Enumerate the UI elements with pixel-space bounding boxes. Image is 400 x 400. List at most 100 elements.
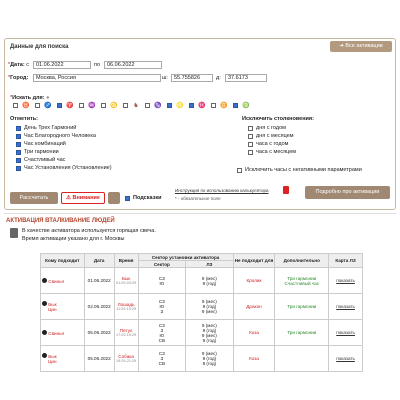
cell-date: 02.06.2022 — [83, 293, 115, 320]
warning-icon: ⚠ — [66, 195, 71, 201]
horse-icon[interactable]: ♞ — [132, 101, 140, 109]
cell-extra: Три гармонии Счастливый час — [274, 267, 330, 294]
cell-map[interactable]: показать — [328, 345, 363, 372]
pdf-icon[interactable] — [283, 186, 289, 194]
mark-item[interactable]: Счастливый час — [16, 156, 112, 164]
mark-item[interactable]: Час Установления (Установление) — [16, 164, 112, 172]
mark-list: День Трех Гармоний Час Благородного Чело… — [16, 124, 112, 172]
day-checkbox[interactable] — [11, 101, 19, 109]
hints-checkbox[interactable]: Подсказки — [125, 194, 161, 202]
cell-date: 05.06.2022 — [83, 319, 115, 346]
table-row: Свинья 01.06.2022 Бык 01:29-03:29 СЗ Ю 9 (мес)… — [40, 267, 363, 294]
mark-item[interactable]: День Трех Гармоний — [16, 124, 112, 132]
mark-item[interactable]: Час Благородного Человека — [16, 132, 112, 140]
exclude-item[interactable]: дня с месяцем — [248, 132, 296, 140]
mark-item[interactable]: Три гармонии — [16, 148, 112, 156]
results-note-2: Время активации указано для г. Москвы — [22, 236, 125, 242]
exclude-item[interactable]: дня с годом — [248, 124, 296, 132]
rooster-icon[interactable]: ♓ — [198, 101, 206, 109]
day-checkbox[interactable] — [33, 101, 41, 109]
day-checkbox[interactable] — [143, 101, 151, 109]
col-map: Карта ЛЗ — [328, 253, 363, 268]
cell-not-fit: Коза — [232, 345, 276, 372]
cell-not-fit: Кролик — [232, 267, 276, 294]
cell-not-fit: Дракон — [232, 293, 276, 320]
exclude-item[interactable]: часа с месяцем — [248, 148, 296, 156]
cell-extra — [274, 345, 330, 372]
cell-map[interactable]: показать — [328, 267, 363, 294]
lat-input[interactable]: 55.755826 — [171, 74, 213, 82]
day-checkbox[interactable] — [99, 101, 107, 109]
day-checkbox[interactable] — [77, 101, 85, 109]
cell-date: 05.06.2022 — [83, 345, 115, 372]
monkey-icon[interactable]: ♌ — [176, 101, 184, 109]
search-title: Данные для поиска — [10, 44, 69, 50]
date-label: *Дата: с — [8, 62, 29, 68]
cell-lz: 9 (мес) 9 (год) — [185, 267, 234, 294]
divider — [4, 213, 396, 214]
table-row: Бык Цин 02.06.2022 Лошадь 11:29-13:29 СЗ Ю З 9 (… — [40, 293, 363, 320]
snake-icon[interactable]: ♋ — [110, 101, 118, 109]
cell-who: Свинья — [40, 319, 85, 346]
results-note-1: В качестве активатора используется горящ… — [22, 228, 156, 234]
dragon-icon[interactable]: ♒ — [88, 101, 96, 109]
date-to-input[interactable]: 06.06.2022 — [104, 61, 162, 69]
table-row: Бык Цин 05.06.2022 Собака 19:29-21:29 СЗ З СВ 9 … — [40, 345, 363, 372]
table-row: Свинья 05.06.2022 Петух 17:29-19:29 СЗ З Ю СВ 9 … — [40, 319, 363, 346]
cell-map[interactable]: показать — [328, 293, 363, 320]
extra-button[interactable] — [108, 192, 120, 204]
city-label: *Город: — [8, 75, 29, 81]
all-activations-button[interactable]: ➜ Все активации — [330, 41, 392, 52]
pig-icon[interactable]: ♍ — [242, 101, 250, 109]
col-lz: ЛЗ — [185, 260, 234, 268]
cell-sector: СЗ З СВ — [137, 345, 187, 372]
cell-map[interactable]: показать — [328, 319, 363, 346]
cell-date: 01.06.2022 — [83, 267, 115, 294]
day-checkbox[interactable] — [209, 101, 217, 109]
details-button[interactable]: Подробно про активации — [305, 186, 390, 199]
results-title: АКТИВАЦИЯ ВТАЛКИВАНИЕ ЛЮДЕЙ — [6, 218, 115, 224]
calculate-button[interactable]: Рассчитать — [10, 192, 58, 204]
cell-lz: 9 (мес) 9 (год) 9 (мес) — [185, 293, 234, 320]
date-from-input[interactable]: 01.06.2022 — [33, 61, 91, 69]
warning-button[interactable]: ⚠ Внимание — [61, 192, 105, 204]
col-extra: Дополнительно — [274, 253, 330, 268]
cell-sector: СЗ З Ю СВ — [137, 319, 187, 346]
cell-lz: 9 (мес) 9 (год) 8 (год) — [185, 345, 234, 372]
col-time: Время — [113, 253, 139, 268]
day-checkbox[interactable] — [121, 101, 129, 109]
mark-item[interactable]: Час комбинаций — [16, 140, 112, 148]
exclude-negative-checkbox[interactable]: Исключить часы с негативными параметрами — [237, 166, 362, 174]
ox-icon[interactable]: ♉ — [22, 101, 30, 109]
day-checkbox[interactable] — [55, 101, 63, 109]
col-sector: Сектор — [137, 260, 187, 268]
day-checkbox[interactable] — [231, 101, 239, 109]
goat-icon[interactable]: ♑ — [154, 101, 162, 109]
col-sector-group: Сектор установки активатора — [137, 253, 234, 261]
cell-sector: СЗ Ю З — [137, 293, 187, 320]
lat-label: ш: — [162, 75, 168, 81]
cell-time: Собака 19:29-21:29 — [113, 345, 139, 372]
rabbit-icon[interactable]: ♈ — [66, 101, 74, 109]
candle-icon — [10, 228, 18, 238]
col-date: Дата — [83, 253, 115, 268]
dog-icon[interactable]: ♊ — [220, 101, 228, 109]
lon-input[interactable]: 37.6173 — [225, 74, 267, 82]
day-checkbox[interactable] — [187, 101, 195, 109]
col-who: Кому подходит — [40, 253, 85, 268]
cell-time: Лошадь 11:29-13:29 — [113, 293, 139, 320]
cell-extra: Три гармонии — [274, 319, 330, 346]
exclude-item[interactable]: часа с годом — [248, 140, 296, 148]
cell-who: Свинья — [40, 267, 85, 294]
cell-lz: 9 (мес) 9 (год) 9 (мес) 9 (год) — [185, 319, 234, 346]
tiger-icon[interactable]: ♐ — [44, 101, 52, 109]
days-selector: ♉ ♐ ♈ ♒ ♋ ♞ ♑ ♌ ♓ ♊ ♍ — [11, 101, 250, 109]
city-input[interactable]: Москва, Россия — [33, 74, 161, 82]
lon-label: д: — [216, 75, 221, 81]
instruction-link[interactable]: Инструкция по использованию калькулятора — [175, 188, 269, 193]
mark-label: Отметить: — [10, 116, 39, 122]
cell-time: Петух 17:29-19:29 — [113, 319, 139, 346]
exclude-list: дня с годом дня с месяцем часа с годом ч… — [248, 124, 296, 156]
date-to-prefix: по — [94, 62, 101, 68]
day-checkbox[interactable] — [165, 101, 173, 109]
